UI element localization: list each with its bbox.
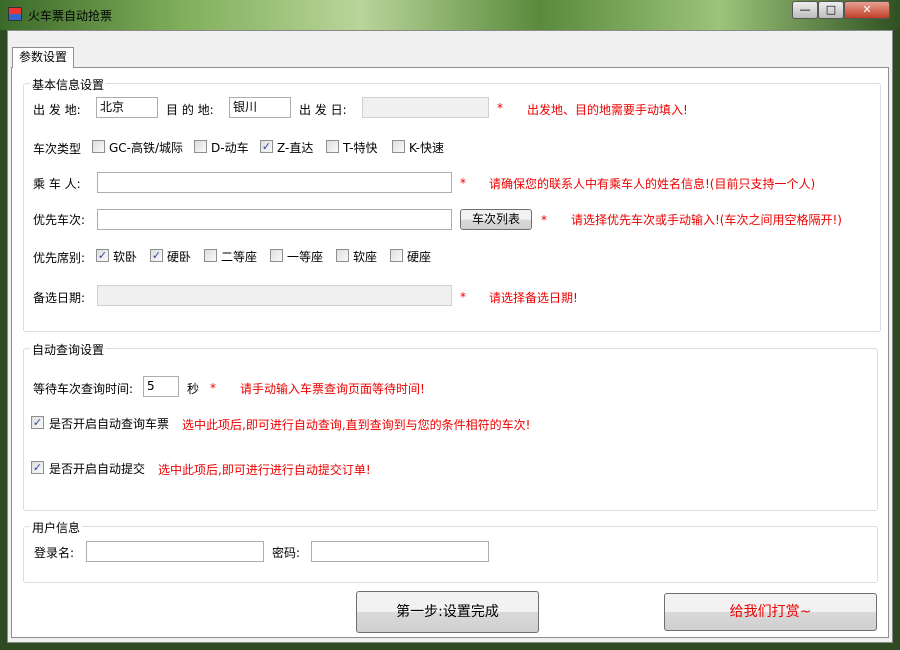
seat-label: 硬卧 [167, 250, 192, 264]
tab-params[interactable]: 参数设置 [12, 47, 74, 68]
seat-checkbox[interactable] [204, 249, 217, 262]
seat-label: 优先席别: [33, 251, 86, 265]
basic-info-group: 基本信息设置 出 发 地: 北京 目 的 地: 银川 出 发 日: * 出发地、… [23, 76, 881, 332]
login-input[interactable] [86, 541, 264, 562]
hint-query: 选中此项后,即可进行自动查询,直到查询到与您的条件相符的车次! [182, 418, 531, 432]
passenger-label: 乘 车 人: [33, 177, 81, 191]
app-icon [8, 7, 22, 21]
train-type-label: GC-高铁/城际 [109, 141, 184, 155]
maximize-button[interactable]: □ [818, 1, 844, 19]
train-type-label: D-动车 [211, 141, 249, 155]
auto-query-checkbox[interactable]: ✓ [31, 416, 44, 429]
required-mark: * [460, 290, 466, 304]
required-mark: * [497, 101, 503, 115]
train-type-checkbox[interactable] [194, 140, 207, 153]
client-area: 参数设置 基本信息设置 出 发 地: 北京 目 的 地: 银川 出 发 日: *… [7, 30, 893, 643]
date-input[interactable] [362, 97, 489, 118]
tab-panel: 基本信息设置 出 发 地: 北京 目 的 地: 银川 出 发 日: * 出发地、… [11, 67, 889, 638]
train-type-checkbox[interactable] [392, 140, 405, 153]
seat-label: 硬座 [407, 250, 432, 264]
alt-date-label: 备选日期: [33, 291, 86, 305]
hint-alt-date: 请选择备选日期! [489, 291, 578, 305]
close-button[interactable]: ✕ [844, 1, 890, 19]
seat-label: 二等座 [221, 250, 258, 264]
alt-date-input[interactable] [97, 285, 452, 306]
train-type-checkbox[interactable]: ✓ [260, 140, 273, 153]
wait-label: 等待车次查询时间: [33, 382, 134, 396]
train-type-label: T-特快 [343, 141, 378, 155]
train-list-button[interactable]: 车次列表 [460, 209, 532, 230]
tip-button[interactable]: 给我们打赏~ [664, 593, 877, 631]
required-mark: * [210, 381, 216, 395]
hint-submit: 选中此项后,即可进行进行自动提交订单! [158, 463, 371, 477]
seat-label: 软座 [353, 250, 378, 264]
auto-query-group: 自动查询设置 等待车次查询时间: 5 秒 * 请手动输入车票查询页面等待时间! … [23, 341, 878, 511]
minimize-button[interactable]: — [792, 1, 818, 19]
to-input[interactable]: 银川 [229, 97, 291, 118]
from-label: 出 发 地: [33, 103, 81, 117]
required-mark: * [460, 176, 466, 190]
seat-checkbox[interactable]: ✓ [150, 249, 163, 262]
train-label: 优先车次: [33, 213, 86, 227]
wait-unit: 秒 [187, 382, 200, 396]
group-title: 基本信息设置 [30, 76, 107, 93]
hint-wait: 请手动输入车票查询页面等待时间! [240, 382, 425, 396]
seat-label: 一等座 [287, 250, 324, 264]
passenger-input[interactable] [97, 172, 452, 193]
date-label: 出 发 日: [299, 103, 347, 117]
group-title: 自动查询设置 [30, 341, 107, 358]
train-type-label: Z-直达 [277, 141, 314, 155]
auto-submit-checkbox[interactable]: ✓ [31, 461, 44, 474]
seat-checkbox[interactable]: ✓ [96, 249, 109, 262]
train-type-label: 车次类型 [33, 142, 82, 156]
title-bar: 火车票自动抢票 — □ ✕ [0, 0, 900, 30]
seat-label: 软卧 [113, 250, 138, 264]
to-label: 目 的 地: [166, 103, 214, 117]
train-type-checkbox[interactable] [92, 140, 105, 153]
window-title: 火车票自动抢票 [28, 9, 113, 23]
from-input[interactable]: 北京 [96, 97, 158, 118]
train-type-checkbox[interactable] [326, 140, 339, 153]
seat-checkbox[interactable] [336, 249, 349, 262]
password-input[interactable] [311, 541, 489, 562]
login-label: 登录名: [34, 546, 75, 560]
wait-input[interactable]: 5 [143, 376, 179, 397]
auto-query-label: 是否开启自动查询车票 [49, 417, 170, 431]
auto-submit-label: 是否开启自动提交 [49, 462, 146, 476]
train-type-label: K-快速 [409, 141, 444, 155]
hint-passenger: 请确保您的联系人中有乘车人的姓名信息!(目前只支持一个人) [489, 177, 816, 191]
password-label: 密码: [272, 546, 301, 560]
required-mark: * [541, 213, 547, 227]
seat-checkbox[interactable] [390, 249, 403, 262]
user-info-group: 用户信息 登录名: 密码: [23, 519, 878, 583]
hint-train: 请选择优先车次或手动输入!(车次之间用空格隔开!) [571, 213, 842, 227]
group-title: 用户信息 [30, 519, 83, 536]
seat-checkbox[interactable] [270, 249, 283, 262]
hint-from-to: 出发地、目的地需要手动填入! [527, 103, 688, 117]
train-input[interactable] [97, 209, 452, 230]
setup-done-button[interactable]: 第一步:设置完成 [356, 591, 539, 633]
